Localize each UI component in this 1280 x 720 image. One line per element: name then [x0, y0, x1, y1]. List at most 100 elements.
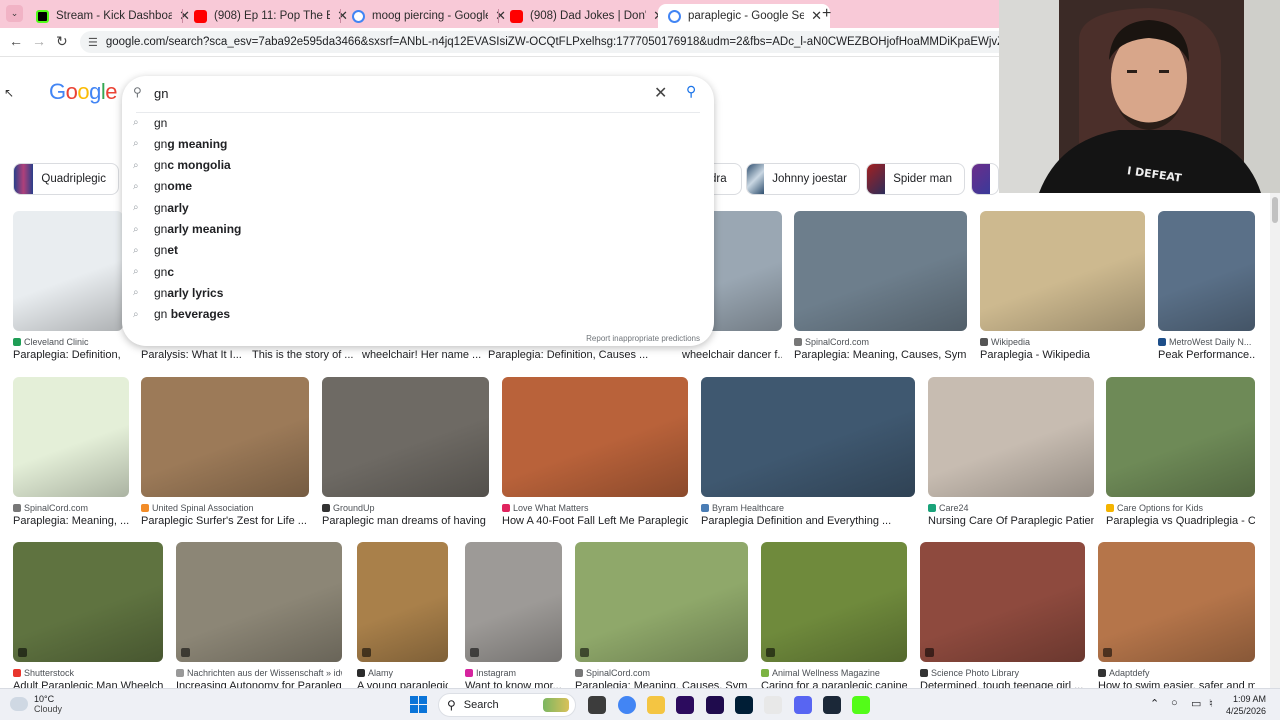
image-result-source[interactable]: Care24 [928, 503, 1094, 513]
suggestion-item[interactable]: ⌕ gnarly [122, 197, 714, 218]
image-result-source[interactable]: Byram Healthcare [701, 503, 915, 513]
image-result-thumbnail[interactable] [176, 542, 342, 662]
image-result-thumbnail[interactable] [701, 377, 915, 497]
itunes-icon[interactable] [764, 696, 782, 714]
image-result-thumbnail[interactable] [13, 542, 163, 662]
image-result-source[interactable]: SpinalCord.com [575, 668, 748, 678]
chip-cut-off[interactable] [971, 163, 999, 195]
page-scrollbar[interactable] [1270, 193, 1280, 688]
image-result-title[interactable]: Paraplegia Definition and Everything ... [701, 515, 915, 527]
microphone-icon[interactable]: ○ [1171, 697, 1178, 709]
image-result-thumbnail[interactable] [1158, 211, 1255, 331]
image-result-title[interactable]: How A 40-Foot Fall Left Me Paraplegic ..… [502, 515, 688, 527]
suggestion-item[interactable]: ⌕ gnc [122, 261, 714, 282]
scrollbar-thumb[interactable] [1272, 197, 1278, 223]
image-result-source[interactable]: Nachrichten aus der Wissenschaft » idw [176, 668, 342, 678]
premiere-icon[interactable] [676, 696, 694, 714]
image-result-thumbnail[interactable] [13, 211, 123, 331]
image-result-thumbnail[interactable] [465, 542, 562, 662]
back-button[interactable]: ← [9, 33, 23, 49]
image-result-title[interactable]: Paraplegia: Definition, Causes ... [488, 349, 678, 361]
after-effects-icon[interactable] [706, 696, 724, 714]
search-input[interactable] [154, 84, 634, 102]
image-result-thumbnail[interactable] [980, 211, 1145, 331]
image-result-source[interactable]: SpinalCord.com [794, 337, 967, 347]
image-result-title[interactable]: Paraplegia: Definition, ... [13, 349, 123, 361]
image-result-source[interactable]: SpinalCord.com [13, 503, 129, 513]
tab-youtube-dad-jokes[interactable]: (908) Dad Jokes | Don't laugh C... ✕ [500, 4, 672, 28]
network-icon[interactable]: ▭ [1191, 697, 1201, 710]
chip-johnny-joestar[interactable]: Johnny joestar [746, 163, 860, 195]
report-predictions-link[interactable]: Report inappropriate predictions [586, 334, 700, 343]
task-view-icon[interactable] [588, 696, 606, 714]
address-bar[interactable]: ☰ google.com/search?sca_esv=7aba92e595da… [80, 31, 1000, 53]
image-result-source[interactable]: MetroWest Daily N... [1158, 337, 1255, 347]
image-result-source[interactable]: GroundUp [322, 503, 489, 513]
search-submit-icon[interactable]: ⚲ [686, 83, 696, 100]
image-result-title[interactable]: wheelchair! Her name ... [362, 349, 482, 361]
image-result-thumbnail[interactable] [1106, 377, 1255, 497]
suggestion-item[interactable]: ⌕ gn beverages [122, 304, 714, 325]
photoshop-icon[interactable] [735, 696, 753, 714]
site-info-icon[interactable]: ☰ [88, 36, 98, 49]
image-result-title[interactable]: Paralysis: What It I... [141, 349, 244, 361]
discord-icon[interactable] [794, 696, 812, 714]
suggestion-item[interactable]: ⌕ gng meaning [122, 133, 714, 154]
image-result-title[interactable]: This is the story of ... [252, 349, 355, 361]
image-result-title[interactable]: Paraplegia - Wikipedia [980, 349, 1145, 361]
image-result-title[interactable]: Peak Performance... [1158, 349, 1255, 361]
image-result-title[interactable]: Paraplegia vs Quadriplegia - C... [1106, 515, 1255, 527]
kick-app-icon[interactable] [852, 696, 870, 714]
tab-google-moog[interactable]: moog piercing - Google Search ✕ [342, 4, 514, 28]
image-result-source[interactable]: Wikipedia [980, 337, 1145, 347]
image-result-title[interactable]: Paraplegia: Meaning, ... [13, 515, 129, 527]
image-result-source[interactable]: Alamy [357, 668, 448, 678]
image-result-thumbnail[interactable] [761, 542, 907, 662]
image-result-source[interactable]: Animal Wellness Magazine [761, 668, 907, 678]
chevron-up-icon[interactable]: ⌃ [1150, 697, 1159, 710]
tab-search-button[interactable]: ⌄ [6, 5, 23, 22]
suggestion-item[interactable]: ⌕ gnet [122, 240, 714, 261]
reload-button[interactable]: ↻ [56, 33, 68, 50]
start-button[interactable] [410, 696, 427, 713]
steam-icon[interactable] [823, 696, 841, 714]
image-result-thumbnail[interactable] [928, 377, 1094, 497]
suggestion-item[interactable]: ⌕ gn [122, 112, 714, 133]
image-result-thumbnail[interactable] [141, 377, 309, 497]
tab-close-icon[interactable]: ✕ [811, 8, 822, 24]
image-result-source[interactable]: Science Photo Library [920, 668, 1085, 678]
clear-search-icon[interactable]: ✕ [654, 83, 667, 103]
image-result-thumbnail[interactable] [322, 377, 489, 497]
image-result-source[interactable]: Cleveland Clinic [13, 337, 123, 347]
new-tab-button[interactable]: + [822, 5, 831, 23]
chrome-icon[interactable] [618, 696, 636, 714]
image-result-thumbnail[interactable] [1098, 542, 1255, 662]
system-clock[interactable]: 1:09 AM 4/25/2026 [1226, 693, 1266, 717]
image-result-thumbnail[interactable] [920, 542, 1085, 662]
tab-kick-dashboard[interactable]: Stream - Kick Dashboard ✕ [26, 4, 198, 28]
suggestion-item[interactable]: ⌕ gnome [122, 176, 714, 197]
image-result-source[interactable]: Love What Matters [502, 503, 688, 513]
image-result-thumbnail[interactable] [794, 211, 967, 331]
image-result-source[interactable]: Instagram [465, 668, 562, 678]
image-result-title[interactable]: Nursing Care Of Paraplegic Patient... [928, 515, 1094, 527]
image-result-thumbnail[interactable] [575, 542, 748, 662]
image-result-thumbnail[interactable] [13, 377, 129, 497]
volume-icon[interactable]: ♮ [1209, 697, 1213, 710]
image-result-title[interactable]: wheelchair dancer f... [682, 349, 782, 361]
chip-quadriplegic[interactable]: Quadriplegic [13, 163, 119, 195]
image-result-title[interactable]: Paraplegic Surfer's Zest for Life ... [141, 515, 309, 527]
weather-widget[interactable]: 10°C Cloudy [10, 694, 62, 714]
suggestion-item[interactable]: ⌕ gnc mongolia [122, 155, 714, 176]
taskbar-search[interactable]: ⚲ Search [438, 693, 576, 717]
google-logo[interactable]: Google [49, 79, 118, 105]
tab-youtube-balloon[interactable]: (908) Ep 11: Pop The Balloon Or... ✕ [184, 4, 356, 28]
tab-google-paraplegic[interactable]: paraplegic - Google Search ✕ [658, 4, 830, 28]
image-result-thumbnail[interactable] [357, 542, 448, 662]
image-result-source[interactable]: Care Options for Kids [1106, 503, 1255, 513]
image-result-thumbnail[interactable] [502, 377, 688, 497]
suggestion-item[interactable]: ⌕ gnarly meaning [122, 219, 714, 240]
image-result-source[interactable]: Shutterstock [13, 668, 163, 678]
image-result-source[interactable]: United Spinal Association [141, 503, 309, 513]
forward-button[interactable]: → [32, 33, 46, 49]
